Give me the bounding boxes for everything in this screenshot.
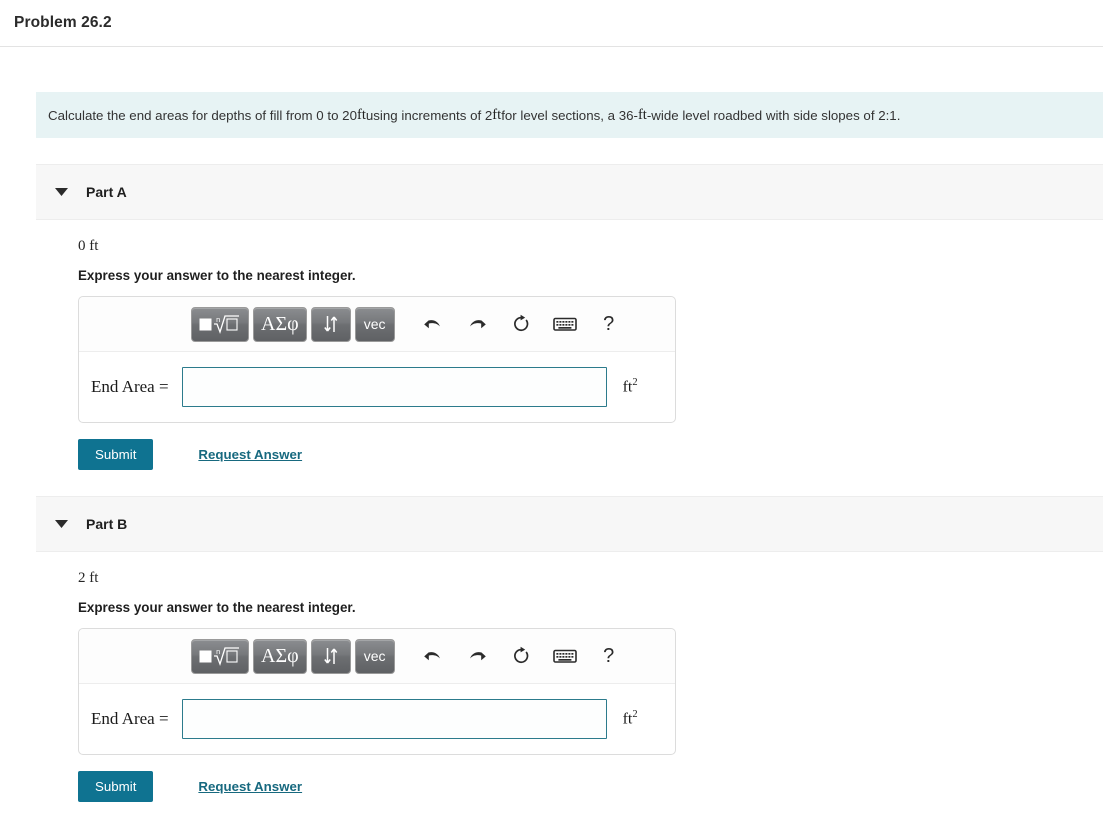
instruction-b: Express your answer to the nearest integ… [78, 600, 356, 615]
depth-value-b: 2 ft [78, 570, 99, 586]
problem-statement: Calculate the end areas for depths of fi… [36, 92, 1103, 138]
math-toolbar-a: n ΑΣφ vec ? [79, 297, 675, 352]
unit-base-a: ft [622, 378, 633, 396]
depth-value-a: 0 ft [78, 238, 99, 254]
svg-text:n: n [216, 316, 220, 324]
instruction-a: Express your answer to the nearest integ… [78, 268, 356, 283]
request-answer-link-b[interactable]: Request Answer [198, 779, 302, 794]
answer-input-a[interactable] [181, 367, 607, 407]
updown-arrows-button-a[interactable] [310, 306, 351, 342]
answer-box-a: n ΑΣφ vec ? End Area = ft2 [78, 296, 676, 423]
help-icon-a[interactable]: ? [587, 307, 631, 341]
keyboard-icon-a[interactable] [543, 307, 587, 341]
vector-button-a[interactable]: vec [354, 306, 395, 342]
equation-label-b: End Area = [91, 709, 169, 728]
template-radical-button-a[interactable]: n [191, 306, 249, 342]
part-body-b: 2 ft Express your answer to the nearest … [0, 552, 1103, 802]
unit-exponent-b: 2 [632, 709, 638, 721]
svg-text:n: n [216, 648, 220, 656]
help-icon-b[interactable]: ? [587, 639, 631, 673]
answer-input-b[interactable] [181, 699, 607, 739]
part-body-a: 0 ft Express your answer to the nearest … [0, 220, 1103, 470]
vector-button-b[interactable]: vec [354, 638, 395, 674]
part-label-b: Part B [86, 516, 128, 532]
submit-row-a: Submit Request Answer [78, 439, 1103, 470]
unit-label-b: ft2 [623, 709, 638, 728]
statement-text-2: using increments of 2 [365, 107, 493, 123]
statement-text-1: Calculate the end areas for depths of fi… [48, 107, 357, 123]
statement-text-4: -wide level roadbed with side slopes of … [646, 107, 901, 123]
keyboard-icon-b[interactable] [543, 639, 587, 673]
statement-section: Calculate the end areas for depths of fi… [0, 47, 1103, 138]
undo-icon-b[interactable] [411, 639, 455, 673]
submit-row-b: Submit Request Answer [78, 771, 1103, 802]
problem-page: Problem 26.2 Calculate the end areas for… [0, 0, 1103, 825]
statement-unit-2: ft [492, 106, 502, 123]
answer-input-row-b: End Area = ft2 [79, 684, 675, 754]
submit-button-a[interactable]: Submit [78, 439, 154, 470]
reset-icon-b[interactable] [499, 639, 543, 673]
greek-letters-button-a[interactable]: ΑΣφ [253, 306, 307, 342]
unit-base-b: ft [622, 710, 633, 728]
page-title: Problem 26.2 [14, 14, 112, 31]
undo-icon-a[interactable] [411, 307, 455, 341]
part-header-b[interactable]: Part B [36, 496, 1103, 552]
math-toolbar-b: n ΑΣφ vec ? [79, 629, 675, 684]
unit-label-a: ft2 [623, 377, 638, 396]
reset-icon-a[interactable] [499, 307, 543, 341]
part-label-a: Part A [86, 184, 127, 200]
unit-exponent-a: 2 [632, 377, 638, 389]
redo-icon-a[interactable] [455, 307, 499, 341]
equation-label-a: End Area = [91, 377, 169, 396]
statement-unit-1: ft [356, 106, 366, 123]
answer-box-b: n ΑΣφ vec ? End Area = ft2 [78, 628, 676, 755]
template-radical-button-b[interactable]: n [191, 638, 249, 674]
submit-button-b[interactable]: Submit [78, 771, 154, 802]
caret-down-icon-a[interactable] [44, 188, 78, 196]
greek-letters-button-b[interactable]: ΑΣφ [253, 638, 307, 674]
caret-down-icon-b[interactable] [44, 520, 78, 528]
statement-text-3: for level sections, a 36- [501, 107, 638, 123]
statement-unit-3: ft [637, 106, 647, 123]
part-header-a[interactable]: Part A [36, 164, 1103, 220]
answer-input-row-a: End Area = ft2 [79, 352, 675, 422]
page-header: Problem 26.2 [0, 0, 1103, 47]
updown-arrows-button-b[interactable] [310, 638, 351, 674]
redo-icon-b[interactable] [455, 639, 499, 673]
request-answer-link-a[interactable]: Request Answer [198, 447, 302, 462]
